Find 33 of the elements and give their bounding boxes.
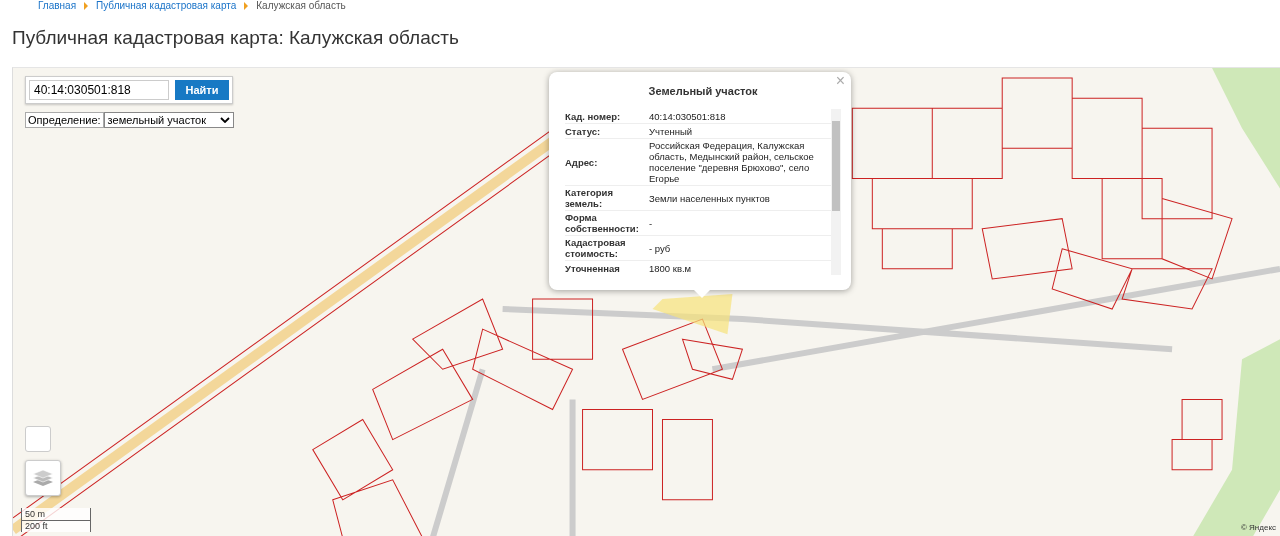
field-label: Уточненная bbox=[565, 262, 621, 274]
search-field[interactable]: 40:14:030501:818 bbox=[29, 80, 169, 100]
field-value: Земли населенных пунктов bbox=[649, 192, 771, 204]
find-button[interactable]: Найти bbox=[175, 80, 229, 100]
scrollbar[interactable] bbox=[831, 109, 841, 275]
chevron-icon bbox=[84, 2, 89, 10]
breadcrumb-link[interactable]: Главная bbox=[38, 0, 77, 12]
field-value: - bbox=[649, 217, 654, 229]
chevron-icon bbox=[244, 2, 249, 10]
layers-button[interactable] bbox=[25, 460, 61, 496]
scale-label: 200 ft bbox=[25, 521, 48, 531]
field-label: Форма собственности: bbox=[565, 212, 640, 234]
field-label: Статус: bbox=[565, 125, 602, 137]
page-title: Публичная кадастровая карта: Калужская область bbox=[12, 26, 460, 50]
map-control-button[interactable] bbox=[25, 426, 51, 452]
definition-dropdown[interactable]: земельный участок bbox=[103, 112, 234, 128]
breadcrumb-link[interactable]: Публичная кадастровая карта bbox=[96, 0, 237, 12]
popup-title: Земельный участок bbox=[647, 85, 759, 97]
field-value: 1800 кв.м bbox=[649, 262, 693, 274]
field-label: Кад. номер: bbox=[565, 110, 622, 122]
copyright-text: © Яндекс bbox=[1240, 523, 1276, 532]
field-value: Российская Федерация, Калужская область, Медынский район, сельское поселение "деревня Брюхово", село Егорье bbox=[649, 140, 815, 184]
field-label: Кадастровая стоимость: bbox=[565, 237, 627, 259]
field-value: - руб bbox=[649, 242, 672, 254]
breadcrumb-current: Калужская область bbox=[256, 0, 346, 12]
field-label: Категория земель: bbox=[565, 187, 614, 209]
field-label: Адрес: bbox=[565, 156, 599, 168]
field-value: 40:14:030501:818 bbox=[649, 110, 727, 122]
layers-icon bbox=[32, 468, 54, 488]
field-value: Учтенный bbox=[649, 125, 694, 137]
caret-icon bbox=[220, 117, 230, 123]
definition-label: Определение: bbox=[25, 112, 104, 128]
scale-label: 50 m bbox=[25, 509, 45, 519]
